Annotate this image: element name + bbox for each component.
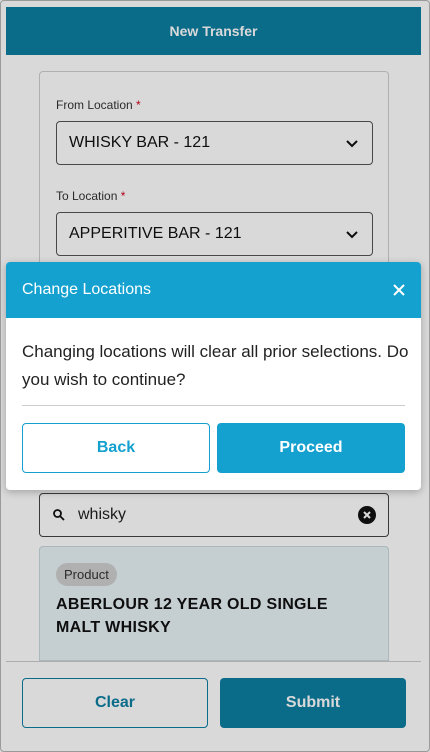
dialog-message: Changing locations will clear all prior … [22,342,409,389]
dialog-divider [22,405,405,406]
close-icon[interactable] [393,284,405,296]
back-button[interactable]: Back [22,423,210,473]
dialog-header: Change Locations [6,262,421,318]
proceed-button[interactable]: Proceed [217,423,405,473]
app-frame: New Transfer From Location * WHISKY BAR … [0,0,430,752]
dialog-title: Change Locations [22,281,151,298]
change-locations-dialog: Change Locations Changing locations will… [6,262,421,490]
